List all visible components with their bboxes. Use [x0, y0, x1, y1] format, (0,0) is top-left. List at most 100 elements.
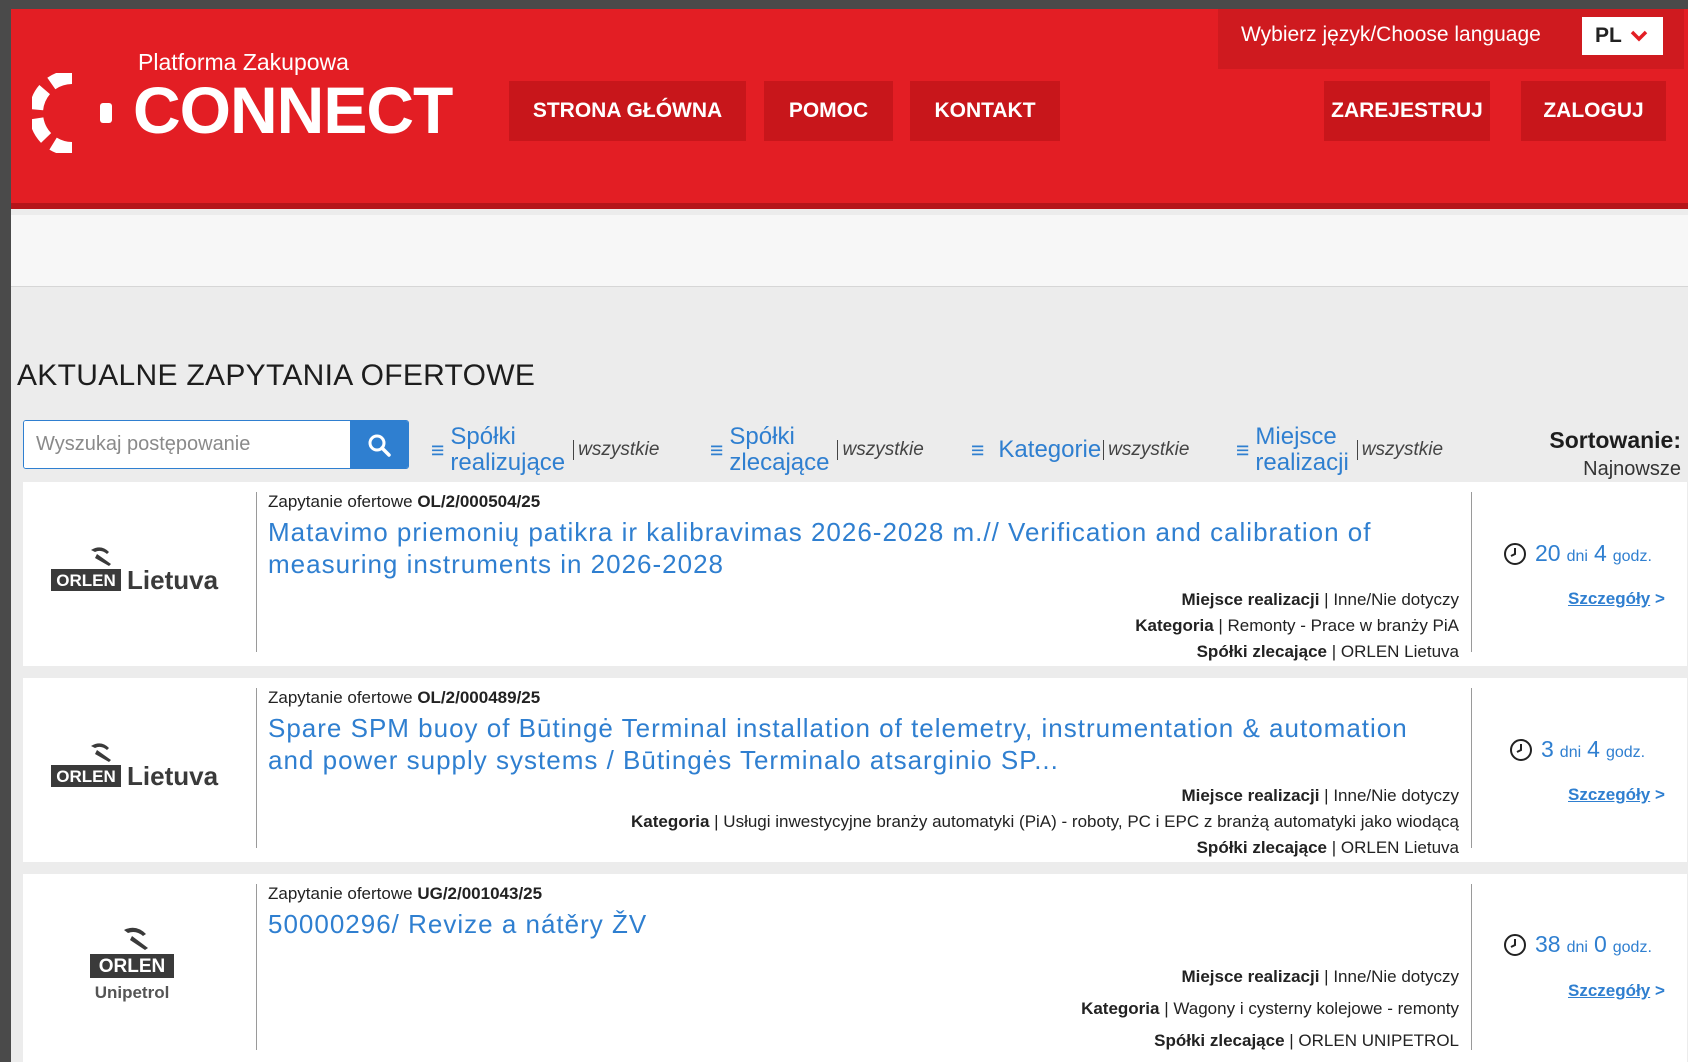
meta-label: Kategoria: [1135, 616, 1214, 635]
meta-value: Remonty - Prace w branży PiA: [1227, 616, 1459, 635]
meta-value: ORLEN UNIPETROL: [1298, 1031, 1459, 1050]
listing-kind: Zapytanie ofertowe OL/2/000489/25: [268, 688, 540, 708]
logo-subtitle: Platforma Zakupowa: [138, 49, 349, 75]
title-line: measuring instruments in 2026-2028: [268, 549, 725, 579]
filter-ordering-companies[interactable]: ≡ Spółki zlecające wszystkie: [710, 424, 924, 476]
listing-title-link[interactable]: Spare SPM buoy of Būtingė Terminal insta…: [268, 712, 1448, 776]
nav-help-button[interactable]: POMOC: [764, 81, 893, 141]
meta-label: Kategoria: [631, 812, 710, 831]
hours-unit: godz.: [1612, 548, 1652, 565]
filter-value: wszystkie: [837, 440, 924, 460]
hours-unit: godz.: [1605, 744, 1646, 761]
meta-value: Inne/Nie dotyczy: [1333, 967, 1459, 986]
details-link[interactable]: Szczegóły >: [1568, 785, 1665, 805]
filter-label: Spółki: [450, 423, 516, 450]
company-logo: ORLEN Lietuva: [23, 678, 244, 862]
days-value: 20: [1535, 540, 1561, 566]
meta-company: Spółki zlecające | ORLEN Lietuva: [1196, 642, 1459, 661]
title-line: 50000296/ Revize a nátěry ŽV: [268, 909, 648, 939]
logo-name: Lietuva: [127, 761, 219, 790]
filter-place[interactable]: ≡ Miejsce realizacji wszystkie: [1236, 424, 1443, 476]
chevron-down-icon: [1630, 30, 1648, 42]
meta-label: Spółki zlecające: [1154, 1031, 1285, 1050]
meta-label: Kategoria: [1081, 999, 1160, 1018]
search-icon: [368, 434, 391, 457]
meta-place: Miejsce realizacji | Inne/Nie dotyczy: [1181, 786, 1459, 805]
page-title: AKTUALNE ZAPYTANIA OFERTOWE: [17, 359, 536, 392]
clock-icon: [1504, 542, 1526, 565]
menu-lines-icon: ≡: [431, 436, 445, 463]
title-line: Spare SPM buoy of Būtingė Terminal insta…: [268, 713, 1408, 743]
sort-control[interactable]: Sortowanie: Najnowsze: [1549, 427, 1681, 481]
divider: [256, 688, 257, 848]
nav-home-button[interactable]: STRONA GŁÓWNA: [509, 81, 746, 141]
kind-label: Zapytanie ofertowe: [268, 492, 413, 511]
logo-brand: ORLEN: [99, 956, 166, 977]
sort-value: Najnowsze: [1583, 458, 1681, 480]
language-dropdown[interactable]: PL: [1582, 17, 1663, 55]
nav-contact-button[interactable]: KONTAKT: [910, 81, 1060, 141]
time-remaining: 38 dni 0 godz.: [1503, 931, 1658, 958]
filter-value: wszystkie: [1103, 440, 1189, 460]
logo-name: Lietuva: [127, 565, 219, 594]
chevron-right-icon: >: [1654, 981, 1665, 1000]
kind-label: Zapytanie ofertowe: [268, 884, 413, 903]
logo-name: Unipetrol: [95, 983, 170, 1002]
filter-label: Spółki: [729, 423, 795, 450]
days-unit: dni: [1559, 744, 1582, 761]
logo-brand: ORLEN: [56, 767, 116, 786]
listing-number: UG/2/001043/25: [417, 884, 543, 903]
chevron-right-icon: >: [1654, 785, 1665, 804]
meta-value: Usługi inwestycyjne branży automatyki (P…: [723, 812, 1459, 831]
meta-value: Wagony i cysterny kolejowe - remonty: [1173, 999, 1459, 1018]
filter-label: realizacji: [1255, 449, 1349, 476]
listing-title-link[interactable]: 50000296/ Revize a nátěry ŽV: [268, 908, 1448, 940]
meta-label: Spółki zlecające: [1196, 642, 1327, 661]
register-button[interactable]: ZAREJESTRUJ: [1324, 81, 1490, 141]
search-button[interactable]: [350, 421, 408, 468]
language-label: Wybierz język/Choose language: [1241, 23, 1541, 46]
days-unit: dni: [1566, 939, 1588, 956]
listing-number: OL/2/000489/25: [417, 688, 541, 707]
meta-label: Miejsce realizacji: [1181, 967, 1320, 986]
filter-label: Miejsce: [1255, 423, 1337, 450]
login-button[interactable]: ZALOGUJ: [1521, 81, 1666, 141]
details-label: Szczegóły: [1568, 589, 1651, 608]
sort-label: Sortowanie:: [1549, 427, 1681, 453]
listing-title-link[interactable]: Matavimo priemonių patikra ir kalibravim…: [268, 516, 1448, 580]
details-link[interactable]: Szczegóły >: [1568, 981, 1665, 1001]
meta-value: ORLEN Lietuva: [1340, 838, 1459, 857]
listing-card: ORLEN Lietuva Zapytanie ofertowe OL/2/00…: [23, 482, 1687, 666]
title-line: and power supply systems / Būtingės Term…: [268, 745, 1059, 775]
menu-lines-icon: ≡: [710, 436, 724, 463]
menu-lines-icon: ≡: [971, 436, 985, 463]
breadcrumb-bar: [11, 215, 1688, 287]
hours-value: 0: [1593, 931, 1607, 957]
details-link[interactable]: Szczegóły >: [1568, 589, 1665, 609]
orlen-lietuva-logo-icon: ORLEN Lietuva: [51, 547, 219, 594]
hours-value: 4: [1587, 736, 1600, 762]
filter-label: zlecające: [729, 449, 830, 476]
orlen-unipetrol-logo-icon: ORLEN Unipetrol: [90, 927, 174, 1002]
time-remaining: 3 dni 4 godz.: [1509, 736, 1651, 763]
filter-label: Kategorie: [998, 436, 1102, 463]
details-label: Szczegóły: [1568, 785, 1651, 804]
menu-lines-icon: ≡: [1236, 436, 1250, 463]
listing-card: ORLEN Unipetrol Zapytanie ofertowe UG/2/…: [23, 874, 1687, 1062]
filter-value: wszystkie: [573, 440, 659, 460]
filter-executing-companies[interactable]: ≡ Spółki realizujące wszystkie: [431, 424, 659, 476]
meta-category: Kategoria | Wagony i cysterny kolejowe -…: [1081, 999, 1459, 1018]
search-input[interactable]: [24, 421, 350, 468]
title-line: Matavimo priemonių patikra ir kalibravim…: [268, 517, 1372, 547]
company-logo: ORLEN Lietuva: [23, 482, 244, 666]
connect-logo-icon[interactable]: [32, 73, 127, 153]
listing-kind: Zapytanie ofertowe UG/2/001043/25: [268, 884, 542, 904]
listing-kind: Zapytanie ofertowe OL/2/000504/25: [268, 492, 540, 512]
logo-title[interactable]: CONNECT: [133, 77, 453, 143]
meta-company: Spółki zlecające | ORLEN UNIPETROL: [1154, 1031, 1459, 1050]
divider: [256, 884, 257, 1050]
meta-category: Kategoria | Remonty - Prace w branży PiA: [1135, 616, 1459, 635]
search-box: [23, 420, 409, 469]
filter-categories[interactable]: ≡ Kategorie wszystkie: [971, 437, 1189, 463]
language-value: PL: [1595, 24, 1622, 47]
